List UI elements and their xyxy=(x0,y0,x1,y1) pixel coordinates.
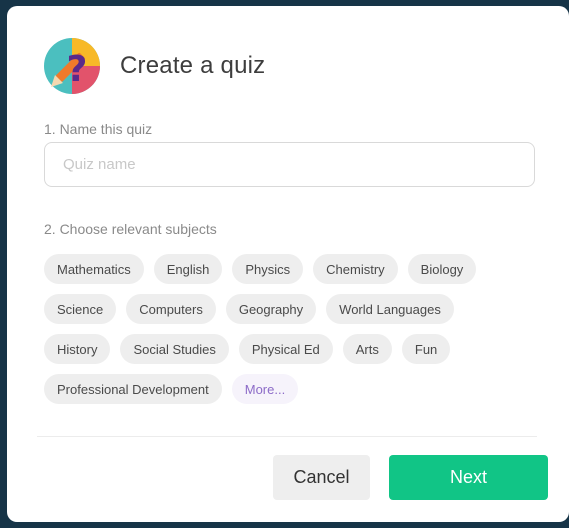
next-button[interactable]: Next xyxy=(389,455,548,500)
subject-chip-world-languages[interactable]: World Languages xyxy=(326,294,454,324)
subject-chip-mathematics[interactable]: Mathematics xyxy=(44,254,144,284)
subject-chip-physical-ed[interactable]: Physical Ed xyxy=(238,334,333,364)
svg-text:?: ? xyxy=(67,49,88,90)
subject-chip-physics[interactable]: Physics xyxy=(232,254,304,284)
subject-chip-geography[interactable]: Geography xyxy=(225,294,317,324)
subject-chip-social-studies[interactable]: Social Studies xyxy=(120,334,229,364)
quiz-name-label: 1. Name this quiz xyxy=(44,121,153,137)
subject-chip-history[interactable]: History xyxy=(44,334,111,364)
subjects-label: 2. Choose relevant subjects xyxy=(44,221,217,237)
subject-chip-fun[interactable]: Fun xyxy=(401,334,451,364)
subject-row: History Social Studies Physical Ed Arts … xyxy=(44,334,524,364)
more-subjects-button[interactable]: More... xyxy=(231,374,299,404)
footer-divider xyxy=(37,436,537,437)
subject-chip-english[interactable]: English xyxy=(153,254,223,284)
subject-chip-arts[interactable]: Arts xyxy=(342,334,392,364)
create-quiz-dialog: ? Create a quiz 1. Name this quiz 2. Cho… xyxy=(7,6,569,522)
dialog-title: Create a quiz xyxy=(120,52,266,79)
subject-chip-science[interactable]: Science xyxy=(44,294,117,324)
subject-chip-chemistry[interactable]: Chemistry xyxy=(313,254,398,284)
subject-chips: Mathematics English Physics Chemistry Bi… xyxy=(44,254,524,414)
dialog-header: ? Create a quiz xyxy=(43,36,265,96)
subject-row: Science Computers Geography World Langua… xyxy=(44,294,524,324)
cancel-button[interactable]: Cancel xyxy=(273,455,370,500)
quiz-question-pencil-icon: ? xyxy=(44,38,100,94)
subject-chip-computers[interactable]: Computers xyxy=(126,294,216,324)
subject-chip-professional-development[interactable]: Professional Development xyxy=(44,374,222,404)
subject-row: Professional Development More... xyxy=(44,374,524,404)
subject-row: Mathematics English Physics Chemistry Bi… xyxy=(44,254,524,284)
subject-chip-biology[interactable]: Biology xyxy=(407,254,477,284)
quiz-name-input[interactable] xyxy=(44,142,535,187)
